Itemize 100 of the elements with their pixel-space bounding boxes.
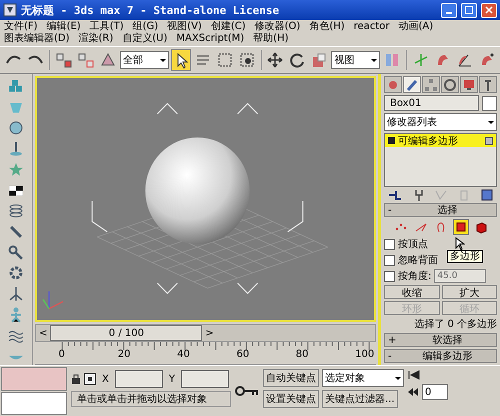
key-mode-dropdown[interactable]: 选定对象 xyxy=(322,369,404,387)
rollout-header[interactable]: + 软选择 xyxy=(384,333,497,347)
x-coordinate-field[interactable] xyxy=(114,370,163,388)
menu-item[interactable]: 动画(A) xyxy=(398,21,434,33)
panel-tab[interactable] xyxy=(460,76,478,93)
menu-item[interactable]: 编辑(E) xyxy=(46,21,81,33)
ruler-label: 0 xyxy=(57,349,66,360)
current-frame-field[interactable]: 0 xyxy=(422,384,448,400)
y-coordinate-field[interactable] xyxy=(180,370,229,388)
perspective-viewport[interactable] xyxy=(35,76,376,322)
lock-icon[interactable] xyxy=(71,373,81,385)
angle-spinner[interactable]: 45.0 xyxy=(434,269,486,283)
cube-icon xyxy=(474,220,488,234)
motion-wheel-icon xyxy=(443,78,457,92)
dashed-rectangle-icon xyxy=(216,51,234,69)
rollout-header[interactable]: - 编辑多边形 xyxy=(384,349,497,363)
menu-item[interactable]: 工具(T) xyxy=(90,21,124,33)
listener-output-field[interactable] xyxy=(1,392,67,415)
selection-button[interactable]: 扩大 xyxy=(442,285,497,299)
close-button[interactable] xyxy=(481,2,497,18)
minimize-button[interactable] xyxy=(441,2,457,18)
dropdown-value: 选定对象 xyxy=(325,372,365,385)
subobject-button[interactable] xyxy=(452,219,468,235)
menu-item[interactable]: 创建(C) xyxy=(210,21,246,33)
rollout-toggle: - xyxy=(388,350,402,362)
x-label: X xyxy=(101,374,110,384)
checkbox-label: 按角度: xyxy=(398,270,432,283)
scale-box-icon xyxy=(310,51,328,69)
key-icon[interactable] xyxy=(234,384,260,398)
dropdown-value: 修改器列表 xyxy=(387,116,437,129)
menu-item[interactable]: 帮助(H) xyxy=(253,33,288,45)
key-mode-toggle-icon[interactable] xyxy=(407,387,419,397)
mouse-pointer-icon xyxy=(455,237,465,251)
stack-item[interactable]: 可编辑多边形 xyxy=(385,134,496,147)
y-label: Y xyxy=(168,374,176,384)
rollout-header[interactable]: - 选择 xyxy=(384,203,497,217)
set-key-button[interactable]: 设置关键点 xyxy=(263,390,319,408)
frame-counter: 0 / 100 xyxy=(108,328,145,338)
modifier-stack[interactable]: 可编辑多边形 xyxy=(384,133,497,187)
dropdown-field[interactable]: 视图 xyxy=(331,51,380,69)
object-name-field[interactable]: Box01 xyxy=(384,95,479,111)
maximize-button[interactable] xyxy=(461,2,477,18)
square-face-icon xyxy=(454,220,468,234)
checkbox[interactable] xyxy=(384,238,395,250)
absolute-mode-icon[interactable] xyxy=(84,373,96,385)
panel-tab[interactable] xyxy=(479,76,497,93)
wrench-icon[interactable] xyxy=(7,244,25,262)
object-color-swatch[interactable] xyxy=(482,96,497,110)
selection-button[interactable]: 收缩 xyxy=(384,285,440,299)
dropdown-field[interactable]: 全部 xyxy=(120,51,169,69)
rollout-toggle: + xyxy=(388,334,402,346)
object-name: Box01 xyxy=(389,98,422,108)
checkbox[interactable] xyxy=(384,254,395,266)
rollout-title: 软选择 xyxy=(432,334,464,347)
maximize-icon xyxy=(465,6,473,14)
ruler-label: 80 xyxy=(294,349,310,360)
time-slider-thumb[interactable]: 0 / 100 xyxy=(50,325,202,341)
menu-item[interactable]: 视图(V) xyxy=(167,21,202,33)
pin-stack-icon[interactable] xyxy=(388,189,402,201)
ruler-label: 60 xyxy=(235,349,250,360)
key-filters-button[interactable]: 关键点过滤器... xyxy=(322,390,398,408)
panel-tab[interactable] xyxy=(403,76,421,93)
link-boxes-icon xyxy=(54,51,73,69)
menu-item[interactable]: 文件(F) xyxy=(4,21,38,33)
menu-item[interactable]: 修改器(O) xyxy=(254,21,300,33)
monitor-icon xyxy=(462,78,476,92)
time-slider[interactable]: < 0 / 100 > xyxy=(35,324,376,342)
rollout-title: 编辑多边形 xyxy=(422,350,474,363)
menu-item[interactable]: 自定义(U) xyxy=(122,33,168,45)
auto-key-button[interactable]: 自动关键点 xyxy=(263,369,319,387)
ruler-label: 100 xyxy=(354,349,376,360)
menu-item[interactable]: 角色(H) xyxy=(309,21,345,33)
checkbox-label: 忽略背面 xyxy=(398,254,438,267)
rollout-title: 选择 xyxy=(436,204,458,217)
previous-frame-arrow[interactable]: < xyxy=(36,328,50,338)
expand-square-icon[interactable] xyxy=(485,136,493,144)
go-to-start-icon[interactable] xyxy=(407,369,421,381)
modifier-list-dropdown[interactable]: 修改器列表 xyxy=(384,113,497,131)
checkbox-label: 按顶点 xyxy=(398,238,428,251)
next-frame-arrow[interactable]: > xyxy=(202,328,217,338)
prompt-text: 单击或单击并拖动以选择对象 xyxy=(76,392,208,406)
selection-count: 选择了 0 个多边形 xyxy=(413,318,497,331)
bulb-toggle-icon[interactable] xyxy=(388,137,395,144)
listener-field[interactable] xyxy=(1,367,67,390)
stack-item-label: 可编辑多边形 xyxy=(398,134,459,148)
lamp-icon[interactable] xyxy=(7,140,25,158)
menu-item[interactable]: reactor xyxy=(354,21,390,33)
axis-tripod-icon xyxy=(42,291,64,310)
menu-item[interactable]: 组(G) xyxy=(132,21,158,33)
checkbox[interactable] xyxy=(384,270,395,282)
menu-item[interactable]: 渲染(R) xyxy=(78,33,114,45)
tripod-icon[interactable] xyxy=(7,285,25,303)
track-bar[interactable]: 0 20 40 60 80 100 xyxy=(35,342,376,365)
configure-icon[interactable] xyxy=(480,189,493,201)
menu-item[interactable]: 图表编辑器(D) xyxy=(4,33,70,45)
toolbar-button[interactable] xyxy=(170,49,191,71)
menu-item[interactable]: MAXScript(M) xyxy=(176,33,244,45)
panel-tab[interactable] xyxy=(441,76,459,93)
tuning-fork-icon[interactable] xyxy=(414,189,424,201)
spinner-value: 45.0 xyxy=(437,271,458,281)
